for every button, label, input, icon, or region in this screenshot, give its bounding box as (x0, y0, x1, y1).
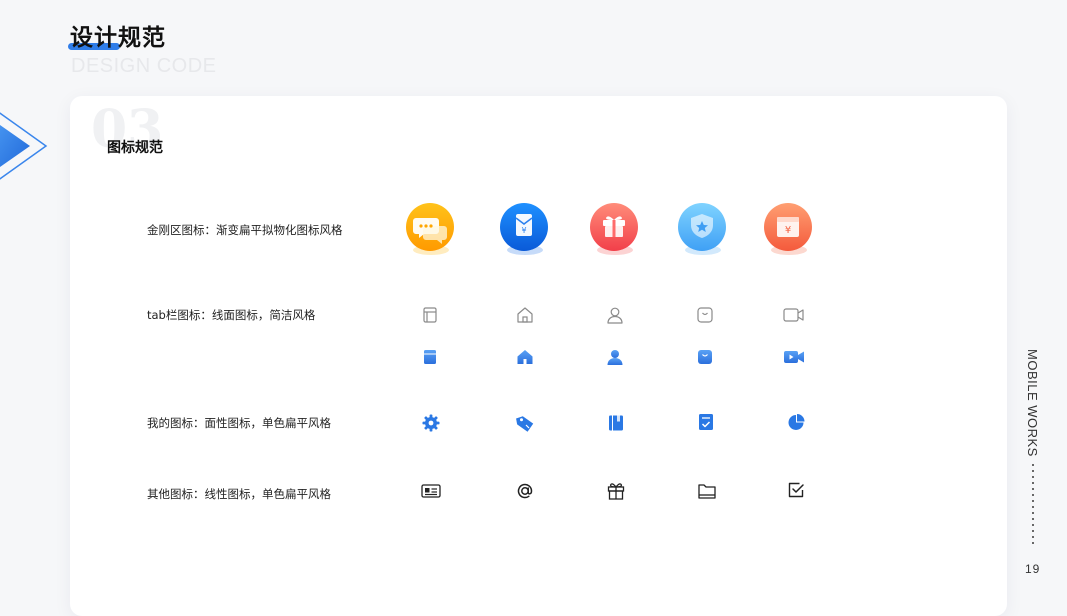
book-filled-icon (424, 350, 436, 364)
user-outline-icon (607, 307, 623, 324)
book-icon (609, 415, 623, 431)
user-filled-icon (607, 350, 623, 365)
home-filled-icon (517, 350, 533, 364)
red-envelope-icon: ¥ (500, 203, 548, 255)
clipboard-check-icon (699, 414, 713, 430)
bag-filled-icon (698, 350, 712, 364)
page-subtitle: DESIGN CODE (71, 55, 217, 77)
coupon-yen-icon: ¥ (764, 203, 812, 255)
row-label-kingkong: 金刚区图标：渐变扁平拟物化图标风格 (147, 223, 343, 237)
pie-chart-icon (788, 414, 805, 430)
bag-outline-icon (697, 307, 713, 323)
page-number: 19 (1025, 562, 1041, 576)
row-label-mine: 我的图标：面性图标，单色扁平风格 (147, 416, 331, 430)
gift-outline-icon (607, 483, 625, 500)
video-outline-icon (783, 308, 804, 322)
tag-icon (516, 416, 534, 432)
content-card (70, 96, 1007, 616)
row-label-other: 其他图标：线性图标，单色扁平风格 (147, 487, 331, 501)
folder-icon (698, 484, 716, 499)
shield-star-icon (678, 203, 726, 255)
svg-text:¥: ¥ (521, 226, 526, 235)
row-label-tabbar: tab栏图标：线面图标，简洁风格 (147, 308, 316, 322)
decorative-arrow-icon (0, 112, 48, 180)
gear-icon (422, 414, 440, 432)
book-outline-icon (423, 307, 437, 323)
id-card-icon (421, 484, 441, 498)
at-sign-icon (517, 483, 533, 499)
dotted-divider (1032, 462, 1034, 548)
chat-bubbles-icon (406, 203, 454, 255)
section-title: 图标规范 (107, 140, 163, 156)
checkbox-icon (788, 482, 804, 498)
home-outline-icon (517, 307, 533, 323)
svg-text:¥: ¥ (785, 225, 791, 236)
page-title: 设计规范 (70, 25, 166, 51)
gift-box-icon (590, 203, 638, 255)
video-filled-icon (784, 351, 804, 363)
mobile-works-label: MOBILE WORKS (1025, 349, 1040, 457)
